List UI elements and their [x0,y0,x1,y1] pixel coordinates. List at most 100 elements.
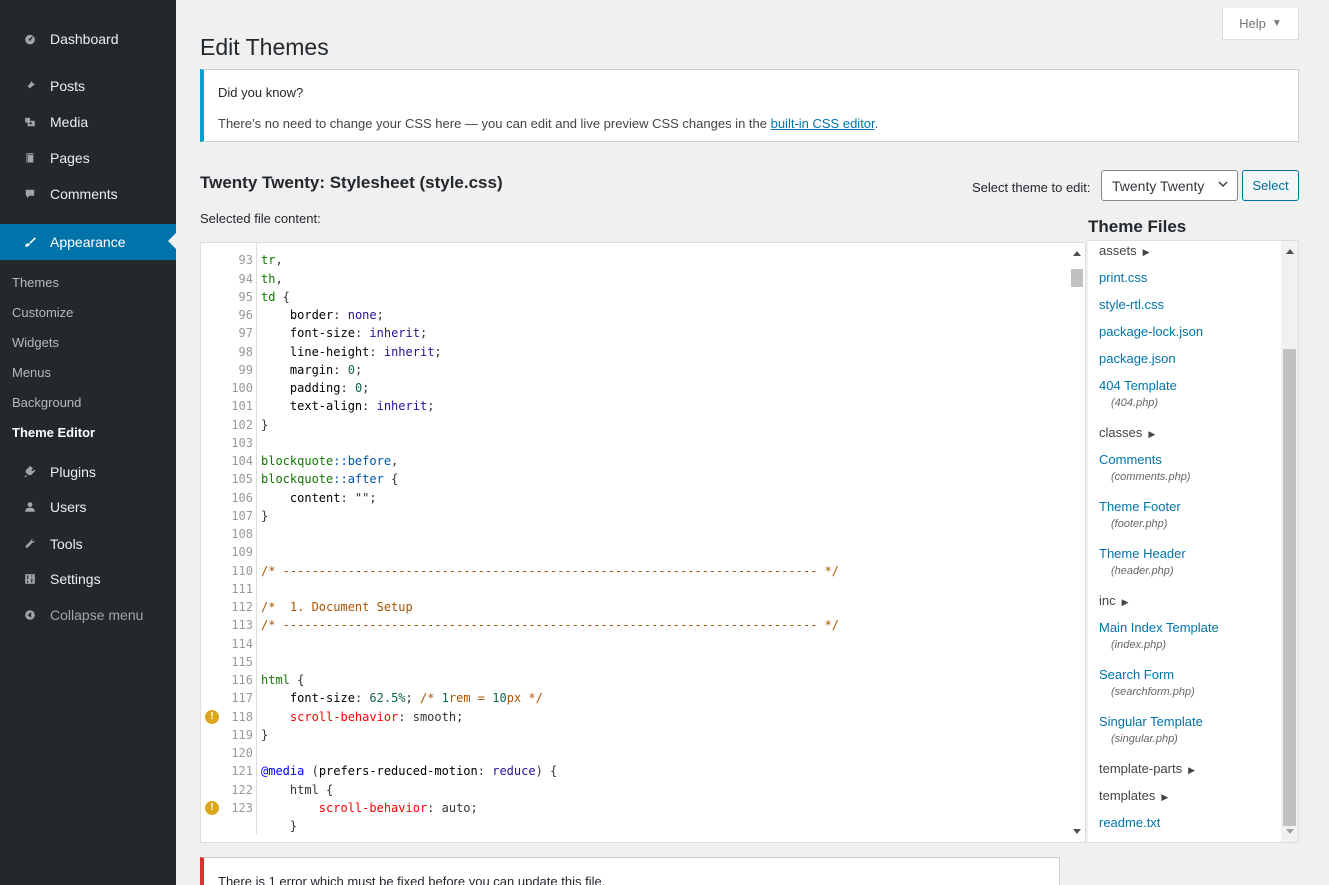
theme-folder[interactable]: templates ▶ [1099,788,1168,803]
code-text: /* -------------------------------------… [261,563,839,578]
code-line[interactable]: 116 html { [201,671,1069,690]
theme-file-link[interactable]: readme.txt [1099,815,1160,830]
menu-dashboard[interactable]: Dashboard [0,22,176,56]
code-line[interactable]: ! 123 scroll-behavior: auto; [201,798,1069,817]
submenu-customize[interactable]: Customize [12,305,73,320]
code-line[interactable]: 111 [201,579,1069,598]
editor-scrollbar[interactable] [1069,243,1085,842]
submenu-theme-editor[interactable]: Theme Editor [12,425,95,440]
code-line[interactable]: 103 [201,433,1069,452]
css-editor-link[interactable]: built-in CSS editor [771,116,875,131]
gutter-separator [256,506,257,525]
code-line[interactable]: 121 @media (prefers-reduced-motion: reduc… [201,762,1069,781]
code-line[interactable]: } [201,817,1069,836]
theme-file-link[interactable]: Singular Template (singular.php) [1099,714,1203,745]
code-line[interactable]: 98 line-height: inherit; [201,342,1069,361]
code-line[interactable]: 104 blockquote::before, [201,452,1069,471]
gutter-separator [256,744,257,763]
code-line[interactable]: 113 /* ----------------------------------… [201,616,1069,635]
theme-folder[interactable]: assets ▶ [1099,243,1150,258]
code-line[interactable]: 99 margin: 0; [201,360,1069,379]
scroll-thumb[interactable] [1071,269,1083,287]
theme-file-link[interactable]: Main Index Template (index.php) [1099,620,1219,651]
code-line[interactable]: 119} [201,725,1069,744]
code-line[interactable]: 102} [201,415,1069,434]
theme-file-link[interactable]: Theme Header (header.php) [1099,546,1186,577]
menu-label: Appearance [50,234,126,250]
code-line[interactable]: 120 [201,744,1069,763]
submenu-menus[interactable]: Menus [12,365,51,380]
theme-folder[interactable]: classes ▶ [1099,425,1155,440]
code-line[interactable]: 122 html { [201,780,1069,799]
menu-appearance[interactable]: Appearance [0,224,176,260]
menu-users[interactable]: Users [0,490,176,524]
help-tab-button[interactable]: Help ▼ [1222,8,1299,40]
code-text: margin: 0; [289,362,363,377]
code-line[interactable]: 106 content: ""; [201,488,1069,507]
code-line[interactable]: 108 [201,525,1069,544]
menu-pages[interactable]: Pages [0,141,176,175]
gutter-separator [256,306,257,325]
code-line[interactable]: 105 blockquote::after { [201,470,1069,489]
menu-plugins[interactable]: Plugins [0,455,176,489]
scroll-down-icon[interactable] [1286,829,1294,834]
selected-file-label: Selected file content: [200,211,321,226]
menu-tools[interactable]: Tools [0,527,176,561]
theme-file-link[interactable]: print.css [1099,270,1147,285]
scroll-down-icon[interactable] [1073,829,1081,834]
theme-file-link[interactable]: Comments (comments.php) [1099,452,1190,483]
theme-file-link[interactable]: Theme Footer (footer.php) [1099,499,1181,530]
menu-collapse[interactable]: Collapse menu [0,598,176,632]
line-number: 99 [238,362,253,377]
files-scrollbar[interactable] [1281,241,1298,842]
code-line[interactable]: 107} [201,506,1069,525]
submenu-widgets[interactable]: Widgets [12,335,59,350]
code-text: content: ""; [289,490,377,505]
code-line[interactable]: 100 padding: 0; [201,379,1069,398]
code-line[interactable]: 101 text-align: inherit; [201,397,1069,416]
code-line[interactable]: 95 td { [201,287,1069,306]
theme-select[interactable]: Twenty Twenty [1101,170,1238,201]
code-line[interactable]: 117 font-size: 62.5%; /* 1rem = 10px */ [201,689,1069,708]
menu-label: Posts [50,78,86,94]
gutter-separator [256,817,257,836]
menu-media[interactable]: Media [0,105,176,139]
code-line[interactable]: 112 /* 1. Document Setup [201,598,1069,617]
menu-comments[interactable]: Comments [0,177,176,211]
code-line[interactable]: ! 118 scroll-behavior: smooth; [201,707,1069,726]
theme-file-link[interactable]: style-rtl.css [1099,297,1164,312]
code-line[interactable]: 97 font-size: inherit; [201,324,1069,343]
code-line[interactable]: 115 [201,652,1069,671]
file-label: style-rtl.css [1099,297,1164,312]
code-text: } [261,417,269,432]
code-line[interactable]: 96 border: none; [201,306,1069,325]
code-line[interactable]: 93 tr, [201,251,1069,270]
scroll-up-icon[interactable] [1073,251,1081,256]
page-title: Edit Themes [200,34,329,60]
theme-file-link[interactable]: Search Form (searchform.php) [1099,667,1195,698]
code-line[interactable] [201,243,1069,252]
theme-file-link[interactable]: package.json [1099,351,1176,366]
code-line[interactable]: 94 th, [201,269,1069,288]
code-text: font-size: 62.5%; /* 1rem = 10px */ [289,691,543,706]
scroll-thumb[interactable] [1283,349,1296,826]
theme-file-link[interactable]: 404 Template (404.php) [1099,378,1177,409]
menu-posts[interactable]: Posts [0,69,176,103]
submenu-themes[interactable]: Themes [12,275,59,290]
menu-settings[interactable]: Settings [0,562,176,596]
select-theme-button[interactable]: Select [1242,170,1299,201]
scroll-up-icon[interactable] [1286,249,1294,254]
code-text: line-height: inherit; [289,344,442,359]
submenu-background[interactable]: Background [12,395,81,410]
theme-file-link[interactable]: package-lock.json [1099,324,1203,339]
line-number: 101 [231,399,253,414]
line-number: 98 [238,344,253,359]
code-editor[interactable]: 93 tr, 94 th, 95 td {96 border: none; 97 font-… [200,242,1086,843]
code-line[interactable]: 110 /* ----------------------------------… [201,561,1069,580]
theme-folder[interactable]: template-parts ▶ [1099,761,1195,776]
code-line[interactable]: 109 [201,543,1069,562]
theme-folder[interactable]: inc ▶ [1099,593,1129,608]
gutter-separator [256,634,257,653]
error-text: There is 1 error which must be fixed bef… [218,874,606,885]
code-line[interactable]: 114 [201,634,1069,653]
